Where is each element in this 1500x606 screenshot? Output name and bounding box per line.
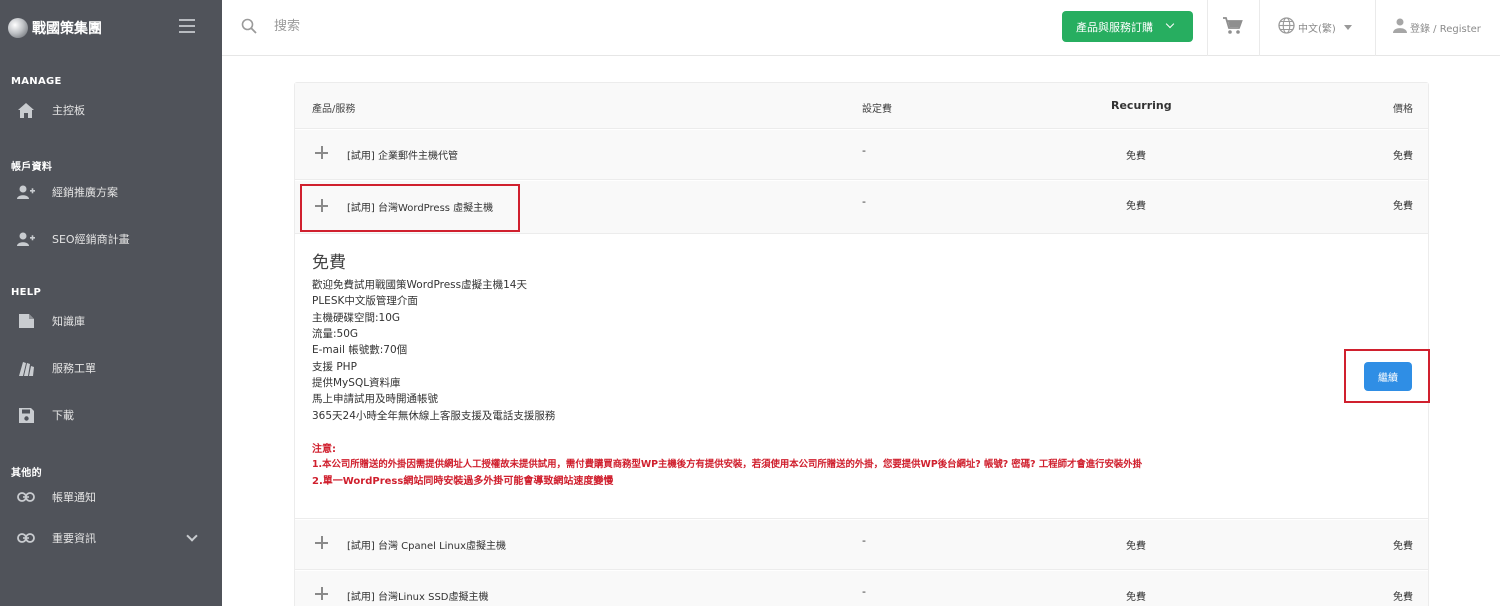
divider [1375, 0, 1376, 56]
sidebar-item-label: 知識庫 [52, 315, 85, 328]
divider [1207, 0, 1208, 56]
search-input[interactable] [274, 14, 574, 38]
price: 免費 [1393, 151, 1413, 162]
brand[interactable]: 戰國策集團 [0, 0, 222, 56]
add-user-icon [17, 230, 35, 248]
recurring-fee: 免費 [1126, 541, 1146, 552]
chevron-down-icon[interactable] [186, 530, 198, 542]
ticket-icon [17, 359, 35, 377]
link-icon [17, 488, 35, 506]
price: 免費 [1393, 592, 1413, 603]
topbar: 產品與服務訂購 中文(繁) 登錄 / Register [222, 0, 1500, 56]
highlight-box [1344, 349, 1430, 403]
setup-fee: - [862, 534, 866, 547]
section-title-help: HELP [11, 287, 42, 298]
sidebar-item-label: 服務工單 [52, 362, 96, 375]
login-register-link[interactable]: 登錄 / Register [1393, 17, 1481, 37]
sidebar-item-dashboard[interactable]: 主控板 [0, 95, 222, 125]
table-header: 產品/服務 設定費 Recurring 價格 [295, 83, 1428, 129]
add-user-icon [17, 183, 35, 201]
caret-down-icon [1343, 24, 1352, 30]
home-icon [17, 101, 35, 119]
order-products-button[interactable]: 產品與服務訂購 [1062, 11, 1193, 42]
products-table: 產品/服務 設定費 Recurring 價格 [試用] 企業郵件主機代管 - 免… [294, 82, 1430, 606]
feature-item: 支援 PHP [312, 361, 357, 373]
table-row[interactable]: [試用] 台灣Linux SSD虛擬主機 - 免費 免費 [295, 571, 1428, 606]
feature-item: PLESK中文版管理介面 [312, 295, 418, 307]
note-title: 注意: [312, 444, 336, 455]
section-title-manage: MANAGE [11, 76, 62, 87]
section-title-other: 其他的 [11, 468, 42, 479]
search-icon[interactable] [241, 18, 257, 34]
detail-price: 免費 [312, 253, 346, 273]
product-name: [試用] 企業郵件主機代管 [347, 151, 458, 162]
plus-icon[interactable] [315, 146, 328, 159]
sidebar-item-label: SEO經銷商計畫 [52, 233, 130, 246]
user-icon [1393, 18, 1407, 37]
feature-item: 主機硬碟空間:10G [312, 312, 401, 324]
feature-item: 歡迎免費試用戰國策WordPress虛擬主機14天 [312, 279, 527, 291]
sidebar-item-knowledgebase[interactable]: 知識庫 [0, 306, 222, 336]
cart-icon[interactable] [1223, 17, 1243, 37]
sidebar-item-reseller[interactable]: 經銷推廣方案 [0, 177, 222, 207]
table-row[interactable]: [試用] 企業郵件主機代管 - 免費 免費 [295, 130, 1428, 180]
language-selector[interactable]: 中文(繁) [1278, 16, 1352, 38]
login-register-label: 登錄 / Register [1410, 23, 1481, 35]
sidebar-item-tickets[interactable]: 服務工單 [0, 353, 222, 383]
price: 免費 [1393, 201, 1413, 212]
product-name: [試用] 台灣Linux SSD虛擬主機 [347, 592, 489, 603]
sidebar-item-label: 下載 [52, 409, 74, 422]
recurring-fee: 免費 [1126, 201, 1146, 212]
sidebar-item-label: 帳單通知 [52, 491, 96, 504]
column-header-price: 價格 [1393, 104, 1413, 115]
order-products-label: 產品與服務訂購 [1076, 21, 1153, 34]
divider [1259, 0, 1260, 56]
setup-fee: - [862, 195, 866, 208]
feature-item: E-mail 帳號數:70個 [312, 344, 408, 356]
link-icon [17, 529, 35, 547]
sidebar: 戰國策集團 MANAGE 主控板 帳戶資料 經銷推廣方案 SEO經銷商計畫 HE… [0, 0, 222, 606]
highlight-box [300, 184, 520, 232]
column-header-recurring: Recurring [1111, 99, 1172, 112]
sidebar-item-seo-reseller[interactable]: SEO經銷商計畫 [0, 224, 222, 254]
feature-item: 馬上申請試用及時開通帳號 [312, 393, 438, 405]
recurring-fee: 免費 [1126, 151, 1146, 162]
column-header-product: 產品/服務 [312, 104, 356, 115]
product-detail: 免費 歡迎免費試用戰國策WordPress虛擬主機14天 PLESK中文版管理介… [295, 234, 1430, 519]
floppy-icon [17, 406, 35, 424]
note-item: 1.本公司所贈送的外掛因需提供網址人工授權故未提供試用，需付費購買商務型WP主機… [312, 459, 1142, 470]
setup-fee: - [862, 585, 866, 598]
note-item: 2.單一WordPress網站同時安裝過多外掛可能會導致網站速度變慢 [312, 476, 614, 487]
column-header-setup: 設定費 [862, 104, 892, 115]
sidebar-item-important-info[interactable]: 重要資訊 [0, 523, 222, 553]
folder-icon [17, 312, 35, 330]
sidebar-item-billing-notice[interactable]: 帳單通知 [0, 482, 222, 512]
globe-icon [1278, 16, 1295, 38]
feature-item: 流量:50G [312, 328, 359, 340]
sidebar-item-downloads[interactable]: 下載 [0, 400, 222, 430]
price: 免費 [1393, 541, 1413, 552]
language-label: 中文(繁) [1298, 23, 1336, 35]
logo-icon [8, 18, 28, 38]
feature-item: 365天24小時全年無休線上客服支援及電話支援服務 [312, 410, 556, 422]
setup-fee: - [862, 144, 866, 157]
plus-icon[interactable] [315, 587, 328, 600]
sidebar-item-label: 重要資訊 [52, 532, 96, 545]
table-row[interactable]: [試用] 台灣 Cpanel Linux虛擬主機 - 免費 免費 [295, 520, 1428, 570]
sidebar-item-label: 經銷推廣方案 [52, 186, 118, 199]
sidebar-item-label: 主控板 [52, 104, 85, 117]
recurring-fee: 免費 [1126, 592, 1146, 603]
feature-item: 提供MySQL資料庫 [312, 377, 401, 389]
brand-name: 戰國策集團 [32, 21, 102, 37]
section-title-account: 帳戶資料 [11, 162, 53, 173]
product-name: [試用] 台灣 Cpanel Linux虛擬主機 [347, 541, 507, 552]
plus-icon[interactable] [315, 536, 328, 549]
menu-toggle-icon[interactable] [179, 19, 195, 33]
chevron-down-icon [1165, 19, 1175, 29]
